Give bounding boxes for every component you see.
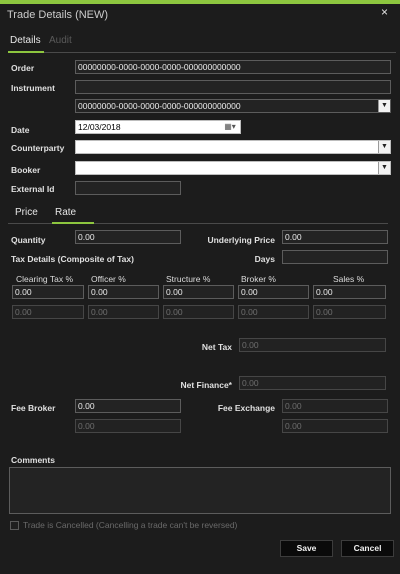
chevron-down-icon[interactable]: ▼: [378, 162, 390, 174]
days-label: Days: [254, 254, 275, 264]
clearing-tax-field[interactable]: 0.00: [12, 285, 84, 299]
underlying-price-label: Underlying Price: [207, 235, 275, 245]
sales-label: Sales %: [333, 274, 365, 284]
officer-computed: 0.00: [88, 305, 159, 319]
external-id-field[interactable]: [75, 181, 181, 195]
save-button[interactable]: Save: [280, 540, 333, 557]
order-field[interactable]: 00000000-0000-0000-0000-000000000000: [75, 60, 391, 74]
order-label: Order: [11, 63, 35, 73]
net-finance-field: 0.00: [239, 376, 386, 390]
quantity-label: Quantity: [11, 235, 46, 245]
tabs-divider: [44, 52, 396, 53]
broker-field[interactable]: 0.00: [238, 285, 309, 299]
structure-field[interactable]: 0.00: [163, 285, 234, 299]
net-tax-field: 0.00: [239, 338, 386, 352]
fee-broker-computed: 0.00: [75, 419, 181, 433]
cancelled-checkbox[interactable]: [10, 521, 19, 530]
clearing-tax-computed: 0.00: [12, 305, 84, 319]
quantity-field[interactable]: 0.00: [75, 230, 181, 244]
tab-rate-indicator: [52, 222, 94, 224]
date-label: Date: [11, 125, 30, 135]
counterparty-select[interactable]: [75, 140, 391, 154]
tab-price[interactable]: Price: [15, 207, 38, 218]
counterparty-label: Counterparty: [11, 143, 65, 153]
calendar-icon[interactable]: ▦▾: [220, 121, 240, 133]
fee-exchange-field[interactable]: 0.00: [282, 399, 388, 413]
instrument-select-value: 00000000-0000-0000-0000-000000000000: [78, 101, 241, 111]
sales-field[interactable]: 0.00: [313, 285, 386, 299]
fee-exchange-computed: 0.00: [282, 419, 388, 433]
booker-select[interactable]: [75, 161, 391, 175]
net-tax-label: Net Tax: [201, 342, 232, 352]
tab-audit[interactable]: Audit: [49, 35, 72, 46]
window-accent-bar: [0, 0, 400, 4]
window-title: Trade Details (NEW): [7, 9, 109, 21]
underlying-price-field[interactable]: 0.00: [282, 230, 388, 244]
clearing-tax-label: Clearing Tax %: [16, 274, 74, 284]
officer-label: Officer %: [91, 274, 126, 284]
tab-rate[interactable]: Rate: [55, 207, 76, 218]
instrument-select[interactable]: 00000000-0000-0000-0000-000000000000: [75, 99, 391, 113]
instrument-field[interactable]: [75, 80, 391, 94]
structure-label: Structure %: [166, 274, 211, 284]
broker-label: Broker %: [241, 274, 276, 284]
sales-computed: 0.00: [313, 305, 386, 319]
chevron-down-icon[interactable]: ▼: [378, 100, 390, 112]
comments-label: Comments: [11, 455, 55, 465]
close-icon[interactable]: ×: [381, 5, 388, 19]
cancelled-label: Trade is Cancelled (Cancelling a trade c…: [23, 520, 238, 530]
fee-broker-field[interactable]: 0.00: [75, 399, 181, 413]
structure-computed: 0.00: [163, 305, 234, 319]
broker-computed: 0.00: [238, 305, 309, 319]
net-finance-label: Net Finance*: [180, 380, 233, 390]
tab-details-indicator: [8, 51, 44, 53]
fee-broker-label: Fee Broker: [11, 403, 56, 413]
comments-textarea[interactable]: [9, 467, 391, 514]
date-field[interactable]: 12/03/2018: [75, 120, 241, 134]
cancel-button[interactable]: Cancel: [341, 540, 394, 557]
tax-details-label: Tax Details (Composite of Tax): [11, 254, 134, 264]
external-id-label: External Id: [11, 184, 55, 194]
tab-details[interactable]: Details: [10, 35, 41, 46]
officer-field[interactable]: 0.00: [88, 285, 159, 299]
fee-exchange-label: Fee Exchange: [217, 403, 275, 413]
days-field[interactable]: [282, 250, 388, 264]
chevron-down-icon[interactable]: ▼: [378, 141, 390, 153]
instrument-label: Instrument: [11, 83, 55, 93]
booker-label: Booker: [11, 165, 41, 175]
